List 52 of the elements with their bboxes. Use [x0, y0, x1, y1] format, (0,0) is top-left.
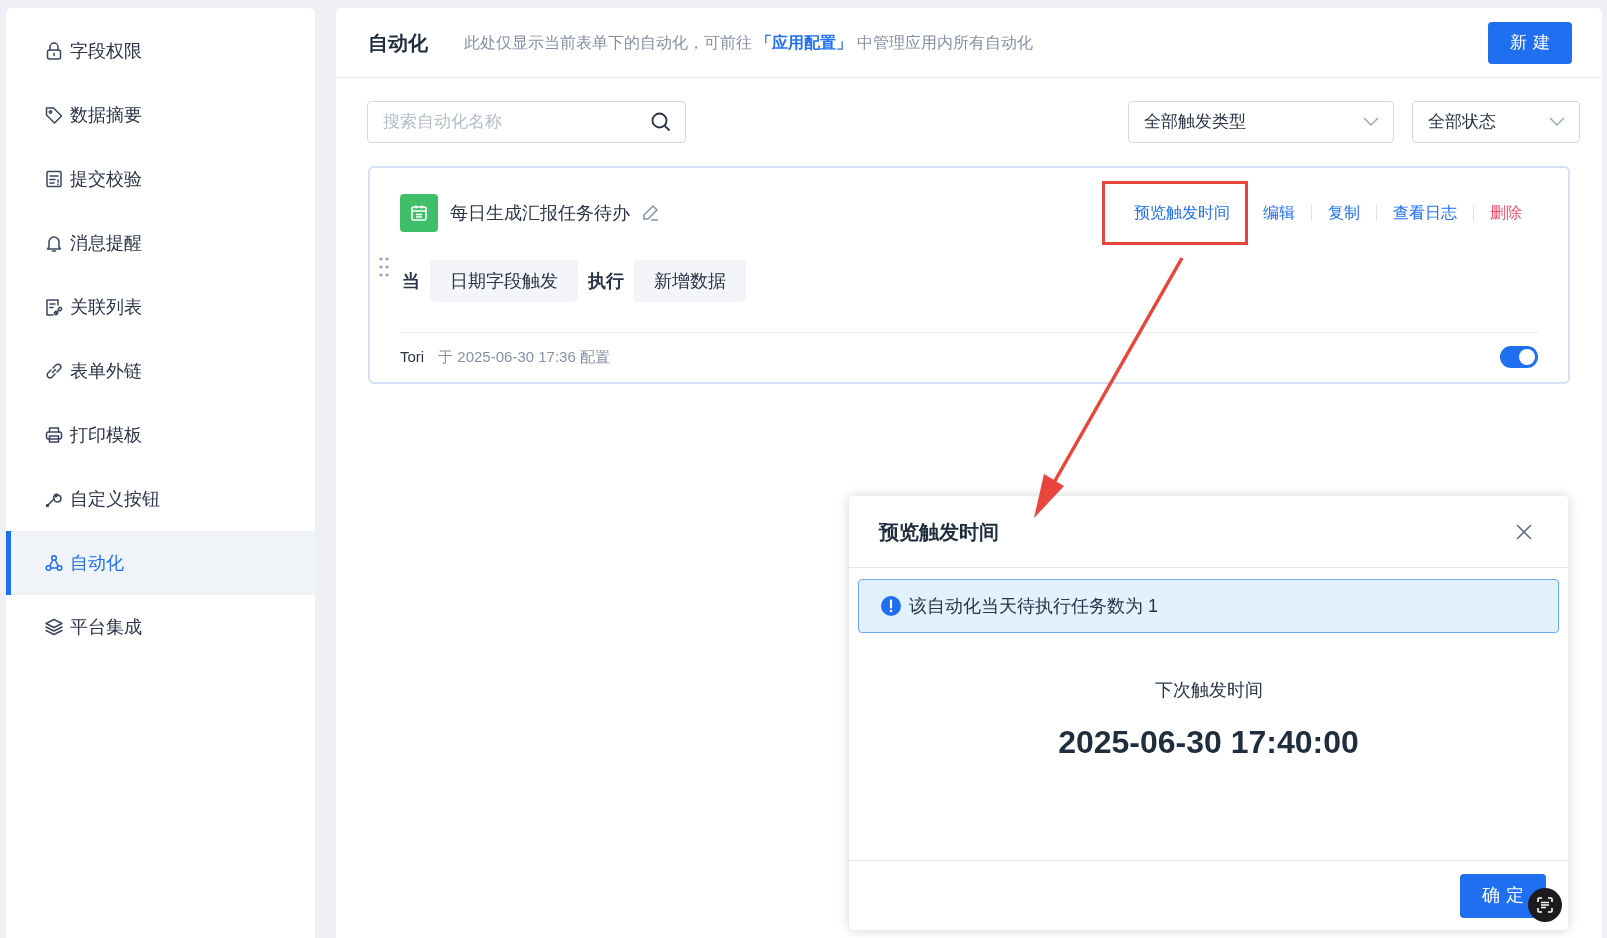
action-link[interactable]: 复制: [1312, 201, 1376, 225]
sidebar-item[interactable]: 消息提醒: [6, 211, 315, 275]
config-time: 于 2025-06-30 17:36 配置: [438, 347, 610, 368]
automation-name: 每日生成汇报任务待办: [450, 201, 630, 225]
sidebar-item[interactable]: 表单外链: [6, 339, 315, 403]
next-trigger-label: 下次触发时间: [1154, 679, 1263, 702]
trigger-tag: 日期字段触发: [430, 260, 578, 302]
flow-keyword: 当: [402, 269, 420, 293]
page-title: 自动化: [368, 30, 428, 56]
next-trigger-time: 2025-06-30 17:40:00: [1058, 723, 1359, 762]
nodes-icon: [44, 553, 64, 573]
bell-icon: [44, 233, 64, 253]
delete-link[interactable]: 删除: [1474, 201, 1538, 225]
info-icon: [881, 596, 901, 616]
sidebar-item[interactable]: 提交校验: [6, 147, 315, 211]
filter-select[interactable]: 全部状态: [1412, 101, 1580, 143]
new-button[interactable]: 新建: [1488, 21, 1572, 64]
enable-toggle[interactable]: [1500, 346, 1538, 369]
info-alert: 该自动化当天待执行任务数为 1: [858, 579, 1559, 633]
flow-keyword: 执行: [588, 269, 624, 293]
action-link[interactable]: 编辑: [1247, 201, 1311, 225]
author-name: Tori: [400, 347, 425, 368]
sidebar-item[interactable]: 数据摘要: [6, 83, 315, 147]
pencil-icon[interactable]: [640, 203, 660, 223]
close-icon[interactable]: [1516, 523, 1532, 540]
drag-handle-icon[interactable]: [378, 256, 390, 278]
action-link[interactable]: 查看日志: [1377, 201, 1473, 225]
search-icon[interactable]: [651, 112, 671, 132]
printer-icon: [44, 425, 64, 445]
sidebar-item[interactable]: 自定义按钮: [6, 467, 315, 531]
app-config-link[interactable]: 「应用配置」: [756, 33, 853, 51]
sidebar-item[interactable]: 关联列表: [6, 275, 315, 339]
document-link-icon: [44, 297, 64, 317]
sidebar-item[interactable]: 平台集成: [6, 595, 315, 659]
action-link[interactable]: 预览触发时间: [1118, 204, 1246, 221]
chevron-down-icon: [1549, 117, 1565, 127]
lock-icon: [44, 41, 64, 61]
document-list-icon: [44, 169, 64, 189]
filter-select[interactable]: 全部触发类型: [1128, 101, 1394, 143]
layers-icon: [44, 617, 64, 637]
tag-icon: [44, 105, 64, 125]
sidebar-item[interactable]: 打印模板: [6, 403, 315, 467]
sidebar-item[interactable]: 字段权限: [6, 19, 315, 83]
scan-icon[interactable]: [1528, 888, 1562, 922]
trigger-tag: 新增数据: [634, 260, 746, 302]
search-field[interactable]: 搜索自动化名称: [367, 101, 686, 143]
link-icon: [44, 361, 64, 381]
sidebar-item[interactable]: 自动化: [6, 531, 315, 595]
calendar-icon: [400, 194, 438, 232]
dialog-title: 预览触发时间: [879, 519, 999, 545]
chevron-down-icon: [1363, 117, 1379, 127]
page-description: 此处仅显示当前表单下的自动化，可前往 「应用配置」 中管理应用内所有自动化: [464, 32, 1033, 53]
